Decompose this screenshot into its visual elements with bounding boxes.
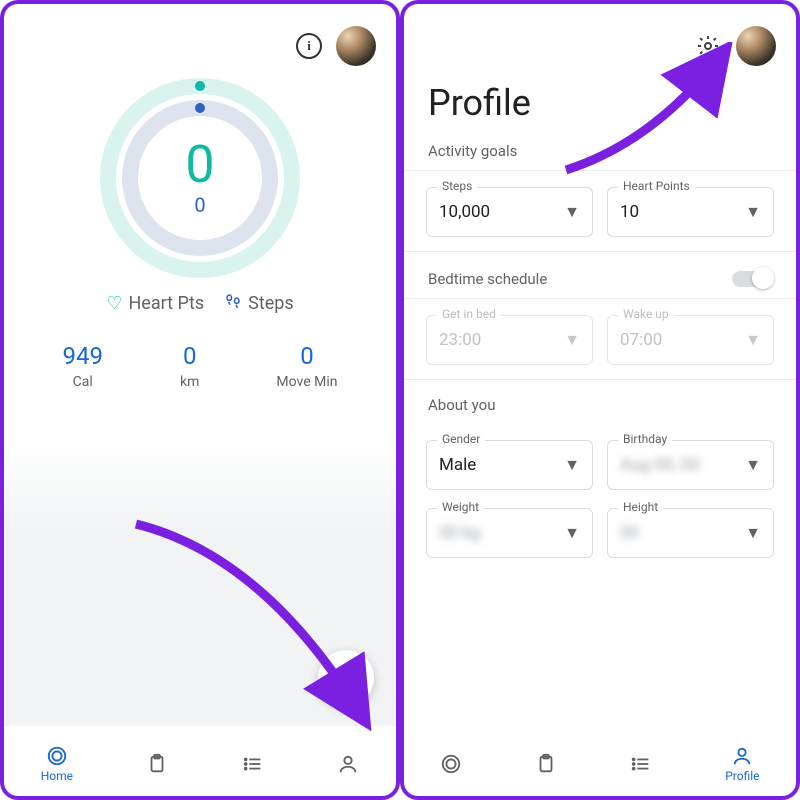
section-about-you: About you (404, 380, 796, 424)
ring-legend: ♡ Heart Pts Steps (4, 292, 396, 314)
bedtime-toggle[interactable] (732, 271, 772, 287)
annotation-arrow-to-profile (124, 516, 384, 746)
footsteps-icon (224, 292, 242, 314)
get-in-bed-field: Get in bed 23:00 ▼ (426, 315, 593, 365)
nav-journal[interactable] (146, 753, 168, 775)
nav-browse[interactable] (630, 753, 652, 775)
birthday-field[interactable]: Birthday Aug 00, 00 ▼ (607, 440, 774, 490)
nav-profile[interactable] (337, 753, 359, 775)
dropdown-icon: ▼ (564, 455, 580, 475)
stat-move-min[interactable]: 0 Move Min (276, 342, 337, 390)
steps-goal-field[interactable]: Steps 10,000 ▼ (426, 187, 593, 237)
clipboard-icon (535, 753, 557, 775)
steps-value: 0 (194, 193, 205, 217)
dropdown-icon: ▼ (745, 202, 761, 222)
profile-screen: Profile Activity goals Steps 10,000 ▼ He… (400, 0, 800, 800)
nav-home[interactable] (440, 753, 462, 775)
gender-field[interactable]: Gender Male ▼ (426, 440, 593, 490)
list-icon (630, 753, 652, 775)
bottom-nav: Profile (404, 732, 796, 796)
dropdown-icon: ▼ (745, 455, 761, 475)
annotation-arrow-to-settings (554, 42, 744, 182)
nav-journal[interactable] (535, 753, 557, 775)
heart-points-goal-field[interactable]: Heart Points 10 ▼ (607, 187, 774, 237)
avatar[interactable] (336, 26, 376, 66)
list-icon (242, 753, 264, 775)
heart-pts-value: 0 (185, 139, 214, 191)
weight-field[interactable]: Weight 00 kg ▼ (426, 508, 593, 558)
dropdown-icon: ▼ (745, 523, 761, 543)
dropdown-icon: ▼ (564, 523, 580, 543)
nav-browse[interactable] (242, 753, 264, 775)
home-screen: i 0 0 ♡ Heart Pts Steps 949 (0, 0, 400, 800)
home-ring-icon (46, 745, 68, 767)
stats-row: 949 Cal 0 km 0 Move Min (4, 342, 396, 390)
height-field[interactable]: Height 00 ▼ (607, 508, 774, 558)
wake-up-field: Wake up 07:00 ▼ (607, 315, 774, 365)
dropdown-icon: ▼ (564, 330, 580, 350)
legend-steps[interactable]: Steps (224, 292, 294, 314)
nav-home[interactable]: Home (41, 745, 73, 783)
dropdown-icon: ▼ (745, 330, 761, 350)
legend-heart-pts[interactable]: ♡ Heart Pts (106, 292, 204, 314)
info-icon[interactable]: i (296, 33, 322, 59)
header: i (4, 4, 396, 66)
nav-profile[interactable]: Profile (725, 745, 759, 783)
clipboard-icon (146, 753, 168, 775)
person-icon (337, 753, 359, 775)
stat-km[interactable]: 0 km (180, 342, 199, 390)
heart-icon: ♡ (106, 293, 122, 314)
person-icon (731, 745, 753, 767)
activity-rings: 0 0 (4, 78, 396, 278)
stat-cal[interactable]: 949 Cal (63, 342, 103, 390)
dropdown-icon: ▼ (564, 202, 580, 222)
home-ring-icon (440, 753, 462, 775)
section-bedtime: Bedtime schedule (428, 270, 547, 288)
